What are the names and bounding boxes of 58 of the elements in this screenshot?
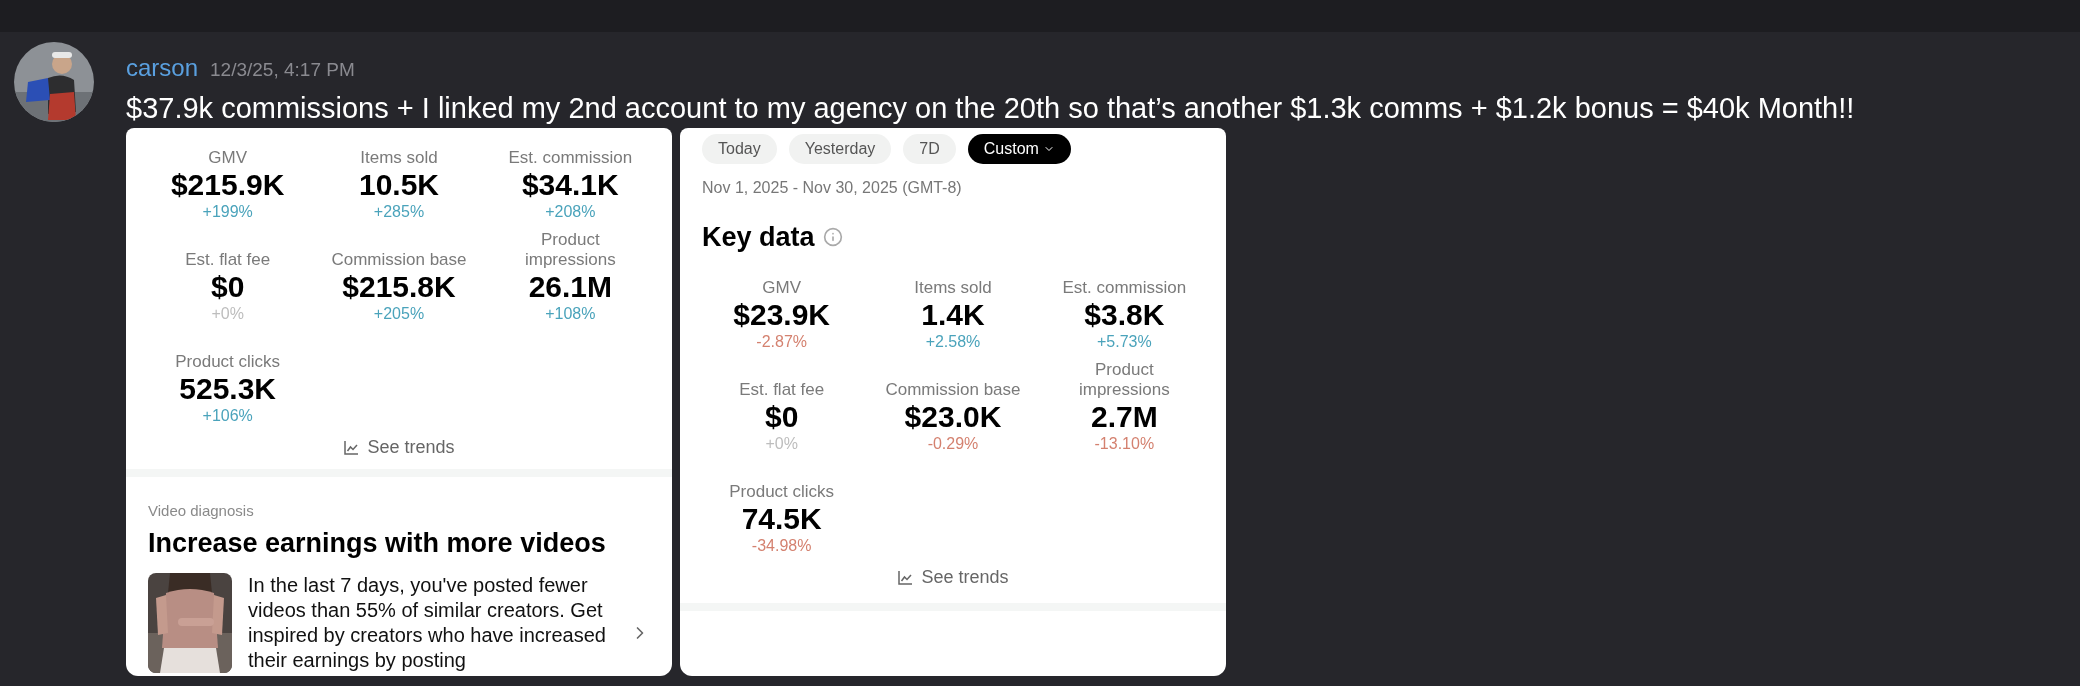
line-chart-icon	[897, 569, 914, 586]
metric-change: +285%	[373, 202, 425, 222]
username[interactable]: carson	[126, 50, 199, 86]
metric-label: Product impressions	[1077, 360, 1171, 400]
date-range-chip[interactable]: Today	[702, 134, 777, 164]
timestamp: 12/3/25, 4:17 PM	[210, 58, 355, 82]
metric-value: 74.5K	[741, 502, 822, 536]
metric-change: -34.98%	[751, 536, 812, 556]
metric-change: +108%	[545, 304, 596, 324]
date-range-chip[interactable]: Custom	[967, 134, 1071, 164]
metric-label: Items sold	[913, 277, 993, 298]
see-trends-link[interactable]: See trends	[343, 434, 455, 461]
line-chart-icon	[343, 439, 360, 456]
metric-label: GMV	[207, 147, 248, 168]
metric-label: Est. flat fee	[184, 249, 272, 270]
metric-change: -13.10%	[1094, 434, 1155, 454]
metric-label: Commission base	[330, 249, 468, 270]
metric-label: Est. commission	[507, 147, 634, 168]
metric-value: $0	[764, 400, 799, 434]
metric-change: +0%	[765, 434, 798, 454]
metric-value: 1.4K	[921, 298, 985, 332]
metric-change: -2.87%	[756, 332, 807, 352]
metric-label: Commission base	[884, 379, 1022, 400]
date-range-chip[interactable]: 7D	[903, 134, 956, 164]
metric-label: Est. commission	[1061, 277, 1188, 298]
date-range-chip[interactable]: Yesterday	[788, 134, 892, 164]
metric-change: -0.29%	[927, 434, 979, 454]
section-title: Key data	[702, 221, 815, 254]
metric-value: 525.3K	[179, 372, 277, 406]
metric-value: $23.9K	[733, 298, 831, 332]
section-label: Video diagnosis	[148, 501, 255, 521]
metric-value: $215.8K	[342, 270, 456, 304]
metric-value: $34.1K	[521, 168, 619, 202]
metric-value: 26.1M	[528, 270, 612, 304]
metric-value: 10.5K	[358, 168, 439, 202]
metric-label: Items sold	[359, 147, 439, 168]
metric-label: Est. flat fee	[738, 379, 826, 400]
metric-change: +106%	[202, 406, 253, 426]
metric-change: +205%	[373, 304, 425, 324]
metric-label: Product clicks	[174, 351, 282, 372]
section-title: Increase earnings with more videos	[148, 527, 607, 560]
metric-label: GMV	[761, 277, 802, 298]
metric-change: +208%	[545, 202, 596, 222]
see-trends-link[interactable]: See trends	[897, 564, 1009, 591]
metric-change: +5.73%	[1096, 332, 1152, 352]
metric-label: Product clicks	[728, 481, 836, 502]
metric-change: +0%	[211, 304, 244, 324]
metric-value: $23.0K	[904, 400, 1002, 434]
metric-change: +2.58%	[925, 332, 981, 352]
diagnosis-text: In the last 7 days, you've posted fewer videos than 55% of similar creators. Get inspired by creators who have increased their earnings by posting	[248, 573, 607, 673]
metric-value: $3.8K	[1084, 298, 1165, 332]
metric-value: 2.7M	[1090, 400, 1158, 434]
metric-value: $0	[210, 270, 245, 304]
metric-label: Product impressions	[523, 230, 617, 270]
metric-change: +199%	[202, 202, 253, 222]
metric-value: $215.9K	[170, 168, 285, 202]
message-text: $37.9k commissions + I linked my 2nd account to my agency on the 20th so that’s another $1.3k comms + $1.2k bonus = $40k Month!!	[126, 91, 1855, 126]
date-range-text: Nov 1, 2025 - Nov 30, 2025 (GMT-8)	[701, 178, 963, 198]
